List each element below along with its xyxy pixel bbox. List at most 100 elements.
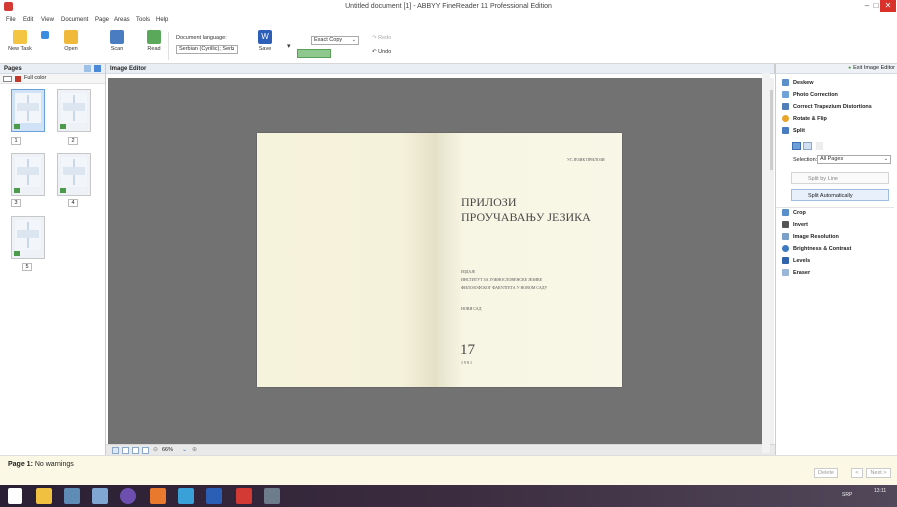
- tool-deskew[interactable]: Deskew: [782, 79, 814, 86]
- selection-label: Selection:: [793, 157, 818, 163]
- recognized-icon: [60, 124, 66, 129]
- pages-panel: Pages Full color 1 2 3 4 5: [0, 64, 106, 455]
- close-button[interactable]: ✕: [880, 0, 896, 12]
- toolbar-divider: [168, 32, 169, 60]
- recognized-icon: [14, 251, 20, 256]
- tool-crop[interactable]: Crop: [782, 209, 806, 216]
- page-thumbnail-2[interactable]: [57, 89, 91, 132]
- tool-photo-correction[interactable]: Photo Correction: [782, 91, 838, 98]
- scanned-page-image[interactable]: УС ЈЕЗИК ПРИЛОЗИ ПРИЛОЗИ ПРОУЧАВАЊУ ЈЕЗИ…: [257, 133, 622, 387]
- word-taskbar-icon[interactable]: [206, 488, 222, 504]
- book-title-line1: ПРИЛОЗИ: [461, 195, 517, 209]
- firefox-icon[interactable]: [150, 488, 166, 504]
- page-menu-icon[interactable]: [3, 76, 12, 82]
- clock[interactable]: 13:11: [874, 488, 886, 494]
- page-number-5: 5: [22, 263, 32, 271]
- chevron-down-icon: ⌄: [351, 37, 356, 43]
- previous-button[interactable]: <: [851, 468, 863, 478]
- split-grid-icon[interactable]: [816, 142, 823, 150]
- tool-eraser[interactable]: Eraser: [782, 269, 810, 276]
- book-publisher-line1: ИНСТИТУТ ЗА ЈУЖНОСЛОВЕНСКЕ ЈЕЗИКЕ: [461, 277, 543, 282]
- trapezium-icon: [782, 103, 789, 110]
- split-by-line-button[interactable]: Split by Line: [791, 172, 889, 184]
- file-explorer-icon[interactable]: [36, 488, 52, 504]
- page-thumbnail-5[interactable]: [11, 216, 45, 259]
- view-one-page-icon[interactable]: [112, 447, 119, 454]
- app-icon-1[interactable]: [64, 488, 80, 504]
- book-publisher-label: ИЗДАЈЕ: [461, 269, 476, 274]
- menu-file[interactable]: File: [6, 17, 16, 23]
- menu-areas[interactable]: Areas: [114, 17, 130, 23]
- menu-document[interactable]: Document: [61, 17, 88, 23]
- folder-icon: [64, 30, 78, 44]
- page-thumbnail-1[interactable]: [11, 89, 45, 132]
- book-publisher-line2: ФИЛОЗОФСКОГ ФАКУЛТЕТА У НОВОМ САДУ: [461, 285, 548, 290]
- menu-page[interactable]: Page: [95, 17, 109, 23]
- menu-help[interactable]: Help: [156, 17, 168, 23]
- maximize-button[interactable]: □: [872, 0, 880, 12]
- menu-edit[interactable]: Edit: [23, 17, 33, 23]
- page-thumbnail-3[interactable]: [11, 153, 45, 196]
- recognized-icon: [14, 188, 20, 193]
- viber-icon[interactable]: [120, 488, 136, 504]
- book-volume: 17: [460, 342, 475, 358]
- tool-split[interactable]: Split: [782, 127, 805, 134]
- tool-trapezium[interactable]: Correct Trapezium Distortions: [782, 103, 872, 110]
- split-automatically-button[interactable]: Split Automatically: [791, 189, 889, 201]
- image-editor: Image Editor УС ЈЕЗИК ПРИЛОЗИ ПРИЛОЗИ ПР…: [106, 64, 775, 455]
- tool-rotate-flip[interactable]: Rotate & Flip: [782, 115, 827, 122]
- windows-taskbar: SRP 13:11: [0, 485, 897, 507]
- zoom-in-icon[interactable]: ⊕: [192, 446, 197, 453]
- view-fit-width-icon[interactable]: [122, 447, 129, 454]
- redo-button[interactable]: ↷ Redo: [372, 35, 391, 41]
- menu-tools[interactable]: Tools: [136, 17, 150, 23]
- brightness-icon: [782, 245, 789, 252]
- chevron-down-icon: ⌄: [230, 46, 235, 52]
- app-icon-3[interactable]: [178, 488, 194, 504]
- app-icon-4[interactable]: [264, 488, 280, 504]
- page-thumbnail-4[interactable]: [57, 153, 91, 196]
- pages-options-icon[interactable]: [84, 65, 91, 72]
- menu-view[interactable]: View: [41, 17, 54, 23]
- view-mode-buttons[interactable]: [297, 49, 331, 58]
- tool-brightness-contrast[interactable]: Brightness & Contrast: [782, 245, 851, 252]
- next-button[interactable]: Next >: [866, 468, 891, 478]
- scanner-icon: [110, 30, 124, 44]
- save-button[interactable]: W Save: [255, 30, 275, 52]
- chevron-down-icon[interactable]: ⌄: [182, 446, 187, 453]
- zoom-out-icon[interactable]: ⊖: [153, 446, 158, 453]
- tool-invert[interactable]: Invert: [782, 221, 808, 228]
- tool-levels[interactable]: Levels: [782, 257, 810, 264]
- new-task-menu-button[interactable]: [38, 31, 52, 41]
- exit-image-editor-button[interactable]: Exit Image Editor: [848, 65, 895, 71]
- book-left-page: [257, 133, 437, 387]
- zoom-level[interactable]: 66%: [162, 447, 173, 453]
- undo-button[interactable]: ↶ Undo: [372, 49, 391, 55]
- language-indicator[interactable]: SRP: [842, 492, 852, 498]
- split-horizontal-icon[interactable]: [803, 142, 812, 150]
- recognized-icon: [60, 188, 66, 193]
- open-button[interactable]: Open: [60, 30, 82, 52]
- pages-view-icon[interactable]: [94, 65, 101, 72]
- save-options-arrow[interactable]: ▾: [287, 42, 291, 50]
- split-vertical-icon[interactable]: [792, 142, 801, 150]
- status-bar: Page 1: No warnings Delete < Next >: [0, 455, 897, 485]
- scan-button[interactable]: Scan: [106, 30, 128, 52]
- rotate-icon: [782, 115, 789, 122]
- tools-scrollbar[interactable]: [762, 73, 770, 453]
- doc-language-label: Document language:: [176, 35, 227, 41]
- doc-language-select[interactable]: Serbian (Cyrillic); Serb ⌄: [176, 45, 238, 54]
- view-fit-page-icon[interactable]: [132, 447, 139, 454]
- finereader-taskbar-icon[interactable]: [236, 488, 252, 504]
- delete-button[interactable]: Delete: [814, 468, 838, 478]
- image-canvas[interactable]: УС ЈЕЗИК ПРИЛОЗИ ПРИЛОЗИ ПРОУЧАВАЊУ ЈЕЗИ…: [108, 78, 764, 444]
- new-task-button[interactable]: New Task: [8, 30, 32, 52]
- format-select[interactable]: Exact Copy ⌄: [311, 36, 359, 45]
- tool-image-resolution[interactable]: Image Resolution: [782, 233, 839, 240]
- selection-select[interactable]: All Pages ⌄: [817, 155, 891, 164]
- read-button[interactable]: Read: [143, 30, 165, 52]
- view-actual-size-icon[interactable]: [142, 447, 149, 454]
- windows-start-icon[interactable]: [8, 488, 22, 504]
- color-mode-label[interactable]: Full color: [24, 75, 46, 81]
- app-icon-2[interactable]: [92, 488, 108, 504]
